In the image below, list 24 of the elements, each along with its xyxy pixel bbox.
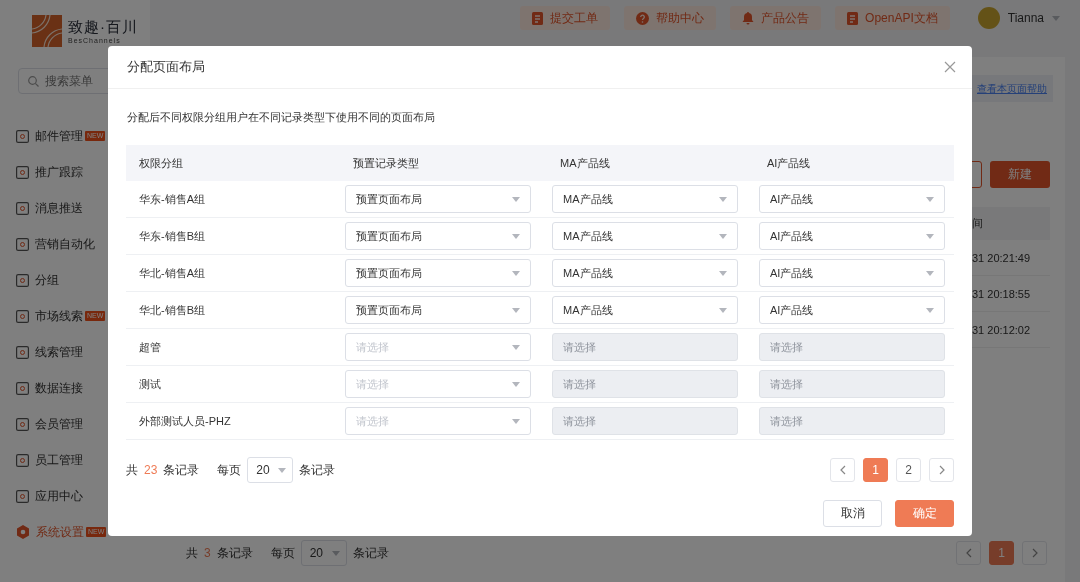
group-name: 华东-销售B组 <box>138 228 206 244</box>
pagination-label: 共 <box>126 461 138 479</box>
column-header: 权限分组 <box>138 155 184 171</box>
dialog-description: 分配后不同权限分组用户在不同记录类型下使用不同的页面布局 <box>127 110 436 125</box>
record-count: 23 <box>144 463 158 477</box>
group-name: 华北-销售B组 <box>138 302 206 318</box>
group-name: 华东-销售A组 <box>138 191 206 207</box>
pagination-label: 条记录 <box>163 461 200 479</box>
pagination-label: 每页 <box>270 544 295 562</box>
pagination-label: 共 <box>186 544 198 562</box>
pagination-label: 条记录 <box>352 544 389 562</box>
dialog-title: 分配页面布局 <box>127 58 205 76</box>
group-name: 测试 <box>138 376 162 392</box>
pagination-label: 条记录 <box>216 544 253 562</box>
pagination-label: 每页 <box>217 461 242 479</box>
group-name: 超管 <box>138 339 162 355</box>
record-count: 3 <box>204 546 211 560</box>
column-header: MA产品线 <box>559 155 611 171</box>
group-name: 外部测试人员-PHZ <box>138 413 232 429</box>
column-header: AI产品线 <box>766 155 812 171</box>
group-name: 华北-销售A组 <box>138 265 206 281</box>
pagination-label: 条记录 <box>299 461 336 479</box>
logo-text: 致趣·百川 <box>68 18 138 37</box>
column-header: 预置记录类型 <box>352 155 420 171</box>
